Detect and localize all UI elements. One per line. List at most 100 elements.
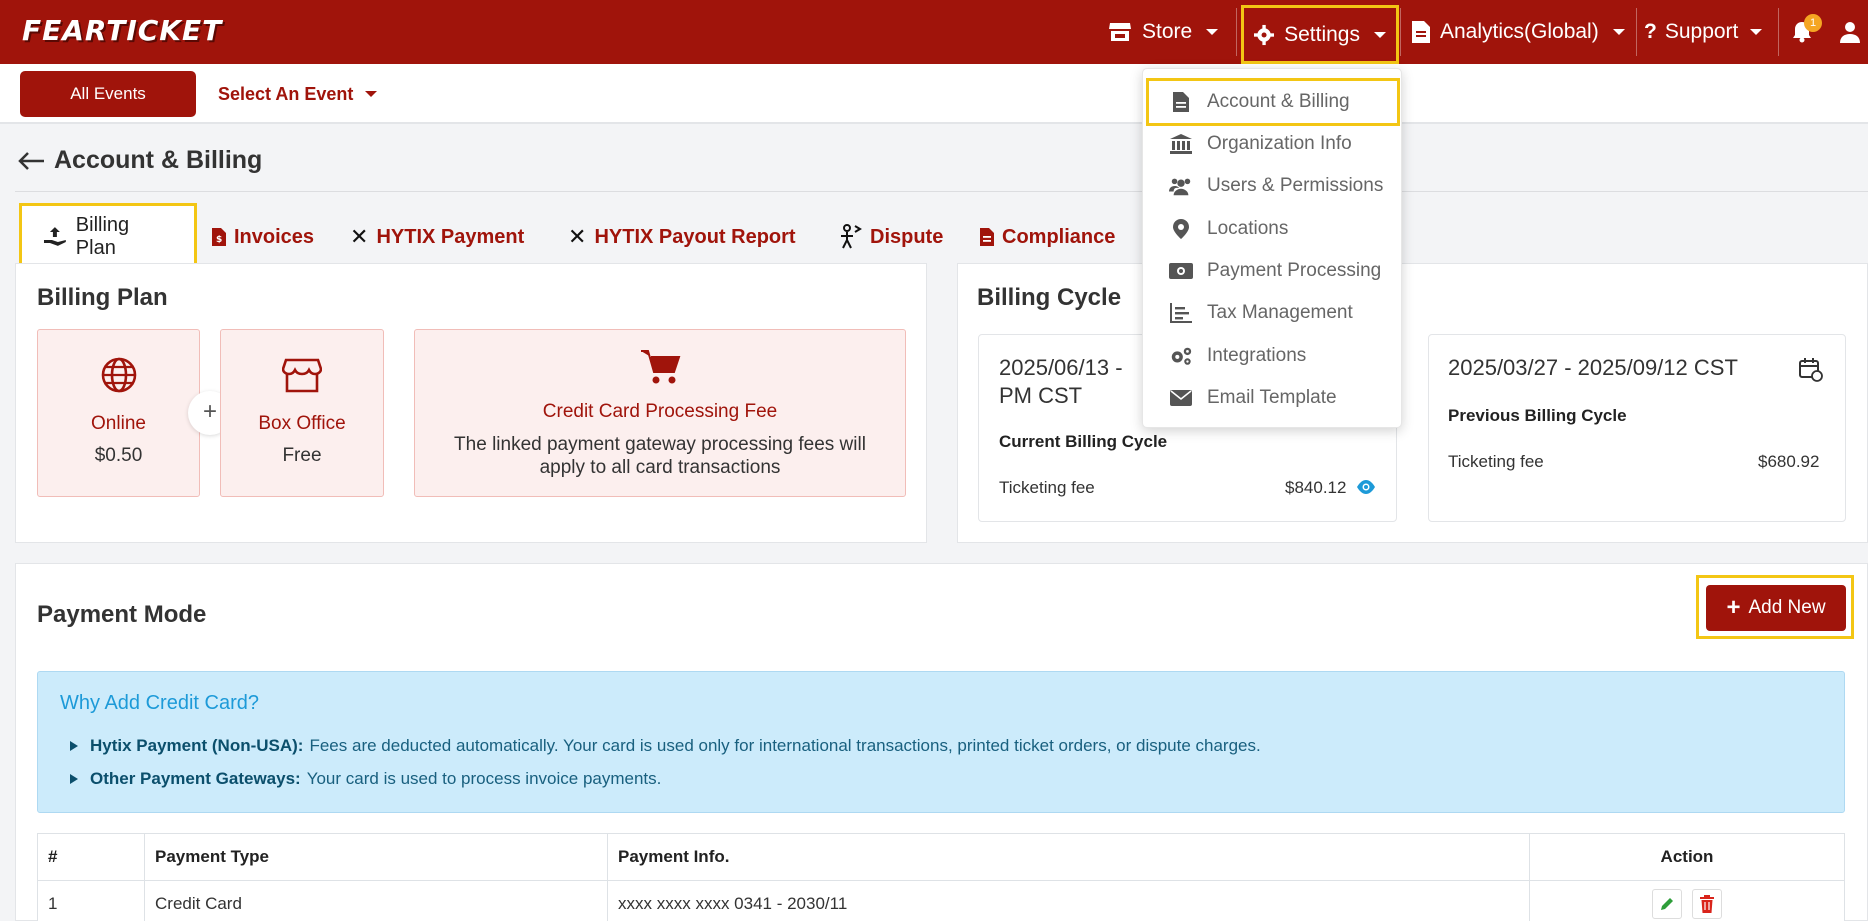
eye-icon[interactable] [1356, 479, 1376, 495]
tab-label: Billing Plan [75, 214, 130, 259]
hytix-icon: ✕ [350, 224, 369, 250]
location-pin-icon [1173, 219, 1189, 239]
delete-button[interactable] [1692, 889, 1722, 919]
pencil-icon [1661, 898, 1673, 910]
support-menu[interactable]: ? Support [1644, 0, 1763, 64]
menu-item-label: Users & Permissions [1207, 175, 1384, 196]
triangle-right-icon [70, 741, 78, 751]
edit-button[interactable] [1652, 889, 1682, 919]
current-cycle-range-line2: PM CST [999, 383, 1083, 408]
globe-icon [101, 357, 136, 393]
menu-item-tax-management[interactable]: Tax Management [1149, 292, 1397, 334]
store-menu[interactable]: Store [1108, 0, 1219, 64]
menu-item-email-template[interactable]: Email Template [1149, 377, 1397, 419]
table-header-row: # Payment Type Payment Info. Action [37, 833, 1845, 881]
menu-item-label: Payment Processing [1207, 260, 1382, 281]
info-line-label: Other Payment Gateways: [90, 769, 301, 788]
all-events-button[interactable]: All Events [20, 71, 196, 117]
chevron-down-icon [365, 91, 378, 97]
menu-item-organization-info[interactable]: Organization Info [1149, 123, 1397, 165]
chevron-down-icon [1612, 29, 1625, 35]
card-fee-text: The linked payment gateway processing fe… [454, 434, 866, 478]
divider [1636, 8, 1637, 56]
tab-dispute[interactable]: Dispute [838, 206, 943, 268]
credit-card-info-box: Why Add Credit Card? Hytix Payment (Non-… [37, 671, 1845, 813]
settings-dropdown-menu: Account & Billing Organization Info User… [1142, 68, 1402, 428]
add-new-label: Add New [1748, 597, 1826, 618]
payment-mode-title: Payment Mode [37, 601, 207, 628]
menu-item-integrations[interactable]: Integrations [1149, 335, 1397, 377]
plan-box-office-price: Free [282, 445, 322, 466]
menu-item-label: Account & Billing [1207, 91, 1350, 112]
svg-text:$: $ [216, 235, 222, 245]
plan-online-price: $0.50 [94, 445, 143, 466]
user-menu[interactable] [1840, 0, 1860, 64]
plus-icon: + [1726, 594, 1741, 621]
menu-item-label: Integrations [1207, 345, 1307, 366]
storefront-icon [281, 358, 323, 393]
col-payment-type: Payment Type [144, 833, 608, 881]
chevron-down-icon [1206, 29, 1219, 35]
info-line-text: Your card is used to process invoice pay… [306, 769, 662, 788]
tab-invoices[interactable]: $ Invoices [212, 206, 314, 268]
hytix-icon: ✕ [568, 224, 587, 250]
tab-label: HYTIX Payment [376, 225, 525, 248]
hand-money-icon [43, 227, 66, 246]
tab-label: Compliance [1002, 225, 1116, 248]
settings-menu[interactable]: Settings [1241, 5, 1399, 64]
tab-compliance[interactable]: Compliance [980, 206, 1115, 268]
divider [1236, 8, 1237, 56]
previous-fee-value: $680.92 [1758, 452, 1820, 471]
dispute-icon [841, 224, 862, 249]
current-fee-value: $840.12 [1285, 478, 1347, 497]
money-bill-icon [1169, 263, 1193, 279]
menu-item-label: Organization Info [1207, 133, 1352, 154]
store-label: Store [1142, 20, 1193, 43]
card-fee-title: Credit Card Processing Fee [542, 401, 778, 422]
gears-icon [1171, 347, 1192, 365]
tab-label: HYTIX Payout Report [594, 225, 796, 248]
info-line-label: Hytix Payment (Non-USA): [90, 736, 304, 755]
menu-item-account-billing[interactable]: Account & Billing [1146, 78, 1400, 126]
current-cycle-label: Current Billing Cycle [999, 432, 1168, 451]
plan-online-name: Online [91, 413, 146, 434]
payment-methods-table: # Payment Type Payment Info. Action 1 Cr… [37, 833, 1845, 921]
tab-billing-plan[interactable]: Billing Plan [19, 203, 197, 271]
analytics-label: Analytics(Global) [1440, 20, 1599, 43]
info-line-gateways: Other Payment Gateways: Your card is use… [70, 769, 661, 789]
select-event-dropdown[interactable]: Select An Event [218, 71, 378, 117]
tab-label: Dispute [870, 225, 944, 248]
menu-item-label: Tax Management [1207, 302, 1353, 323]
notifications-button[interactable] [1792, 0, 1812, 64]
tab-hytix-payment[interactable]: ✕ HYTIX Payment [350, 206, 524, 268]
tab-hytix-payout-report[interactable]: ✕ HYTIX Payout Report [568, 206, 796, 268]
back-arrow-icon[interactable] [18, 151, 44, 171]
add-new-button[interactable]: + Add New [1706, 585, 1846, 631]
row-number: 1 [37, 880, 145, 921]
calendar-refresh-icon[interactable] [1798, 357, 1824, 383]
card-fee-box: Credit Card Processing Fee The linked pa… [414, 329, 906, 497]
user-icon [1840, 22, 1860, 43]
tab-label: Invoices [234, 225, 315, 248]
row-actions [1529, 880, 1845, 921]
plan-box-office-box: Box Office Free [220, 329, 384, 497]
menu-item-locations[interactable]: Locations [1149, 208, 1397, 250]
event-bar: All Events Select An Event [0, 64, 1868, 124]
brand-logo[interactable]: FEARTICKET [22, 14, 222, 47]
menu-item-payment-processing[interactable]: Payment Processing [1149, 250, 1397, 292]
previous-cycle-range: 2025/03/27 - 2025/09/12 CST [1448, 355, 1738, 380]
page-title: Account & Billing [18, 146, 262, 175]
table-row: 1 Credit Card xxxx xxxx xxxx 0341 - 2030… [37, 880, 1845, 921]
menu-item-users-permissions[interactable]: Users & Permissions [1149, 165, 1397, 207]
previous-cycle-label: Previous Billing Cycle [1448, 406, 1627, 425]
plan-box-office-name: Box Office [258, 413, 346, 434]
trash-icon [1700, 895, 1714, 913]
bank-icon [1170, 134, 1192, 154]
plan-online-box: Online $0.50 [37, 329, 200, 497]
analytics-menu[interactable]: Analytics(Global) [1412, 0, 1625, 64]
top-navbar: FEARTICKET Store Settings Analytics(Glob… [0, 0, 1868, 64]
info-title: Why Add Credit Card? [60, 692, 259, 714]
chevron-down-icon [1750, 29, 1763, 35]
select-event-label: Select An Event [218, 83, 354, 104]
store-icon [1109, 23, 1131, 41]
